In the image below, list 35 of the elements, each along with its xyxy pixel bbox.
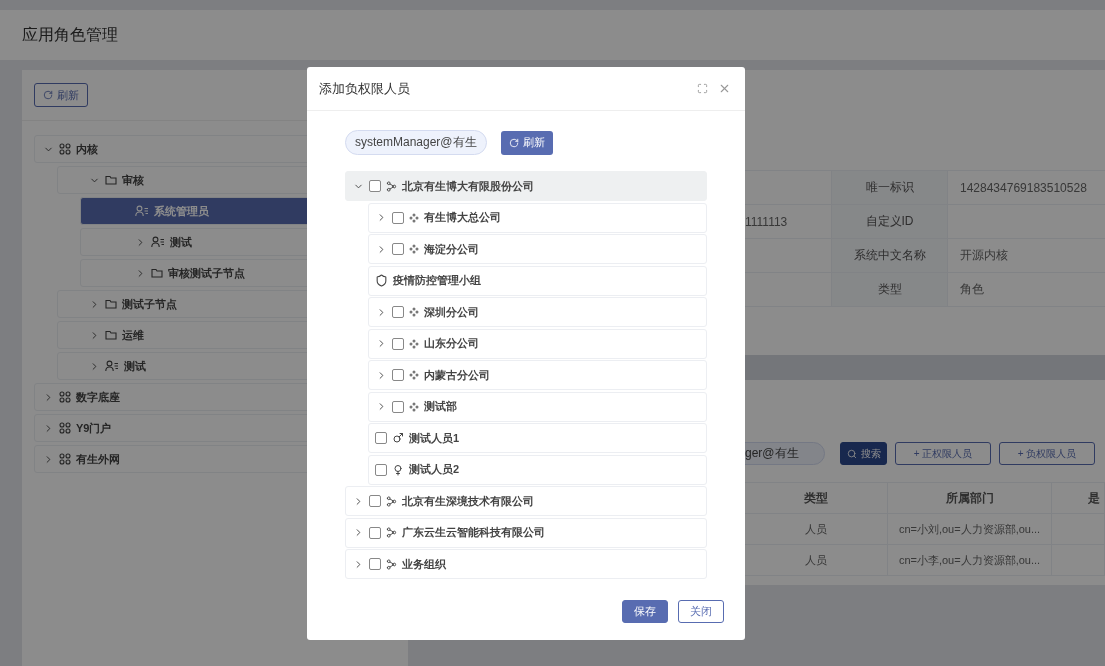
tree-label: 审核 xyxy=(122,172,144,188)
tree-label: 北京有生博大有限股份公司 xyxy=(402,178,534,194)
table-cell: 唯一标识 xyxy=(832,171,948,205)
tree-label: 内蒙古分公司 xyxy=(424,367,490,383)
tree-label: 测试 xyxy=(170,234,192,250)
tree-label: 测试部 xyxy=(424,399,457,414)
page-title: 应用角色管理 xyxy=(22,24,118,45)
column-header: 类型 xyxy=(745,482,888,514)
tree-label: 测试人员1 xyxy=(409,430,460,446)
tree-label: 数字底座 xyxy=(76,389,120,405)
tree-label: 海淀分公司 xyxy=(424,241,479,257)
dialog-title: 添加负权限人员 xyxy=(319,79,411,98)
column-header: 所属部门 xyxy=(888,482,1052,514)
table-cell: cn=小李,ou=人力资源部,ou... xyxy=(888,545,1052,576)
tree-label: Y9门户 xyxy=(76,420,112,436)
tree-label: 深圳分公司 xyxy=(424,304,479,320)
tree-label: 运维 xyxy=(122,327,144,343)
tree-label: 系统管理员 xyxy=(154,203,209,219)
tree-label: 测试子节点 xyxy=(122,296,177,312)
tree-label: 疫情防控管理小组 xyxy=(393,273,481,288)
table-cell: 系统中文名称 xyxy=(832,239,948,273)
tree-label: 有生外网 xyxy=(76,451,120,467)
table-cell: cn=小刘,ou=人力资源部,ou... xyxy=(888,514,1052,545)
tree-label: 广东云生云智能科技有限公司 xyxy=(402,525,545,540)
tree-label: 审核测试子节点 xyxy=(168,265,245,281)
tree-label: 测试 xyxy=(124,358,146,374)
tree-label: 北京有生深境技术有限公司 xyxy=(402,493,534,509)
tree-label: 内核 xyxy=(76,141,98,157)
tree-label: 山东分公司 xyxy=(424,336,479,351)
tree-label: 业务组织 xyxy=(402,556,446,572)
table-cell: 自定义ID xyxy=(832,205,948,239)
column-header: 是 xyxy=(1052,482,1105,514)
table-cell: 类型 xyxy=(832,273,948,307)
tree-label: 测试人员2 xyxy=(409,462,460,477)
tree-label: 有生博大总公司 xyxy=(424,210,501,225)
